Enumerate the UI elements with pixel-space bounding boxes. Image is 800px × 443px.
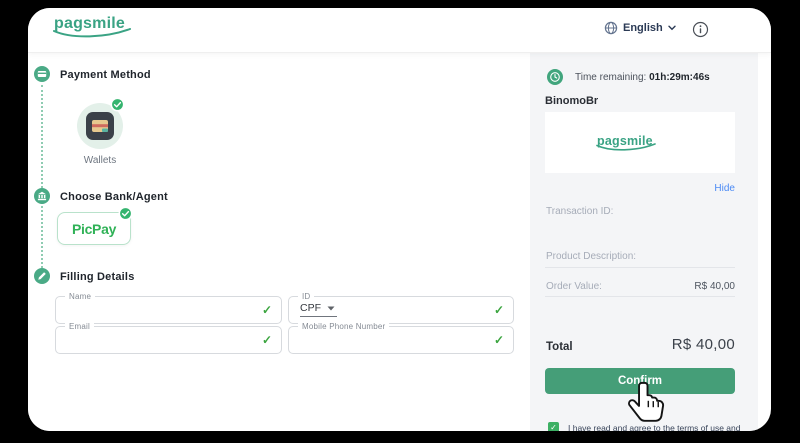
- timer-clock-icon: [547, 69, 563, 90]
- email-field-label: Email: [65, 322, 94, 331]
- total-label: Total: [546, 341, 573, 353]
- email-input[interactable]: [66, 331, 228, 344]
- step3-title: Filling Details: [60, 271, 135, 283]
- time-remaining-value: 01h:29m:46s: [649, 72, 710, 83]
- confirm-button[interactable]: Confirm: [545, 368, 735, 394]
- dropdown-arrow-icon: [327, 306, 335, 311]
- step2-indicator: [34, 188, 50, 204]
- id-field[interactable]: ID CPF ✓: [288, 296, 514, 324]
- steps-connector-line: [41, 85, 43, 268]
- terms-checkbox[interactable]: ✓: [548, 422, 559, 431]
- wallets-selected-check-icon: [110, 97, 125, 117]
- receipt-logo-text: pagsmile: [597, 134, 683, 148]
- email-valid-check-icon: ✓: [262, 333, 272, 347]
- name-valid-check-icon: ✓: [262, 303, 272, 317]
- time-remaining: Time remaining: 01h:29m:46s: [575, 72, 710, 83]
- hide-link[interactable]: Hide: [714, 183, 735, 194]
- id-type-dropdown[interactable]: CPF: [300, 302, 337, 317]
- phone-field-label: Mobile Phone Number: [298, 322, 389, 331]
- id-type-value: CPF: [300, 302, 321, 314]
- pencil-icon: [37, 271, 47, 281]
- picpay-selected-check-icon: [118, 206, 133, 226]
- phone-field[interactable]: Mobile Phone Number ✓: [288, 326, 514, 354]
- card-icon: [37, 69, 47, 79]
- bank-icon: [37, 191, 47, 201]
- name-input[interactable]: [66, 301, 228, 314]
- language-label: English: [623, 22, 663, 34]
- step2-title: Choose Bank/Agent: [60, 191, 168, 203]
- step1-title: Payment Method: [60, 69, 151, 81]
- steps-panel: Payment Method Wallets: [28, 52, 530, 431]
- terms-text: I have read and agree to the terms of us…: [568, 422, 740, 431]
- pagsmile-logo: pagsmile: [54, 15, 140, 39]
- name-field[interactable]: Name ✓: [55, 296, 282, 324]
- chevron-down-icon: [668, 25, 676, 31]
- step3-indicator: [34, 268, 50, 284]
- phone-input[interactable]: [299, 331, 460, 344]
- order-value-label: Order Value:: [546, 281, 602, 292]
- divider: [545, 296, 735, 297]
- phone-valid-check-icon: ✓: [494, 333, 504, 347]
- terms-agreement: ✓ I have read and agree to the terms of …: [548, 422, 753, 431]
- name-field-label: Name: [65, 292, 95, 301]
- step1-indicator: [34, 66, 50, 82]
- id-field-label: ID: [298, 292, 314, 301]
- globe-icon: [604, 21, 618, 35]
- order-value: R$ 40,00: [694, 281, 735, 292]
- merchant-logo-box: pagsmile: [545, 112, 735, 173]
- email-field[interactable]: Email ✓: [55, 326, 282, 354]
- picpay-logo: PicPay: [72, 221, 116, 237]
- id-valid-check-icon: ✓: [494, 303, 504, 317]
- merchant-name: BinomoBr: [545, 95, 598, 107]
- order-summary-panel: Time remaining: 01h:29m:46s BinomoBr pag…: [530, 52, 758, 431]
- time-remaining-label: Time remaining:: [575, 72, 646, 83]
- wallets-label: Wallets: [65, 155, 135, 166]
- language-selector[interactable]: English: [604, 21, 676, 35]
- info-button[interactable]: [692, 21, 709, 38]
- info-icon: [692, 21, 709, 38]
- total-value: R$ 40,00: [672, 336, 735, 353]
- payment-page: pagsmile English: [0, 0, 800, 443]
- header: pagsmile English: [28, 8, 771, 53]
- divider: [545, 267, 735, 268]
- transaction-id-label: Transaction ID:: [546, 206, 613, 217]
- product-description-label: Product Description:: [546, 251, 636, 262]
- receipt-pagsmile-logo: pagsmile: [597, 134, 683, 152]
- checkout-card: pagsmile English: [28, 8, 771, 431]
